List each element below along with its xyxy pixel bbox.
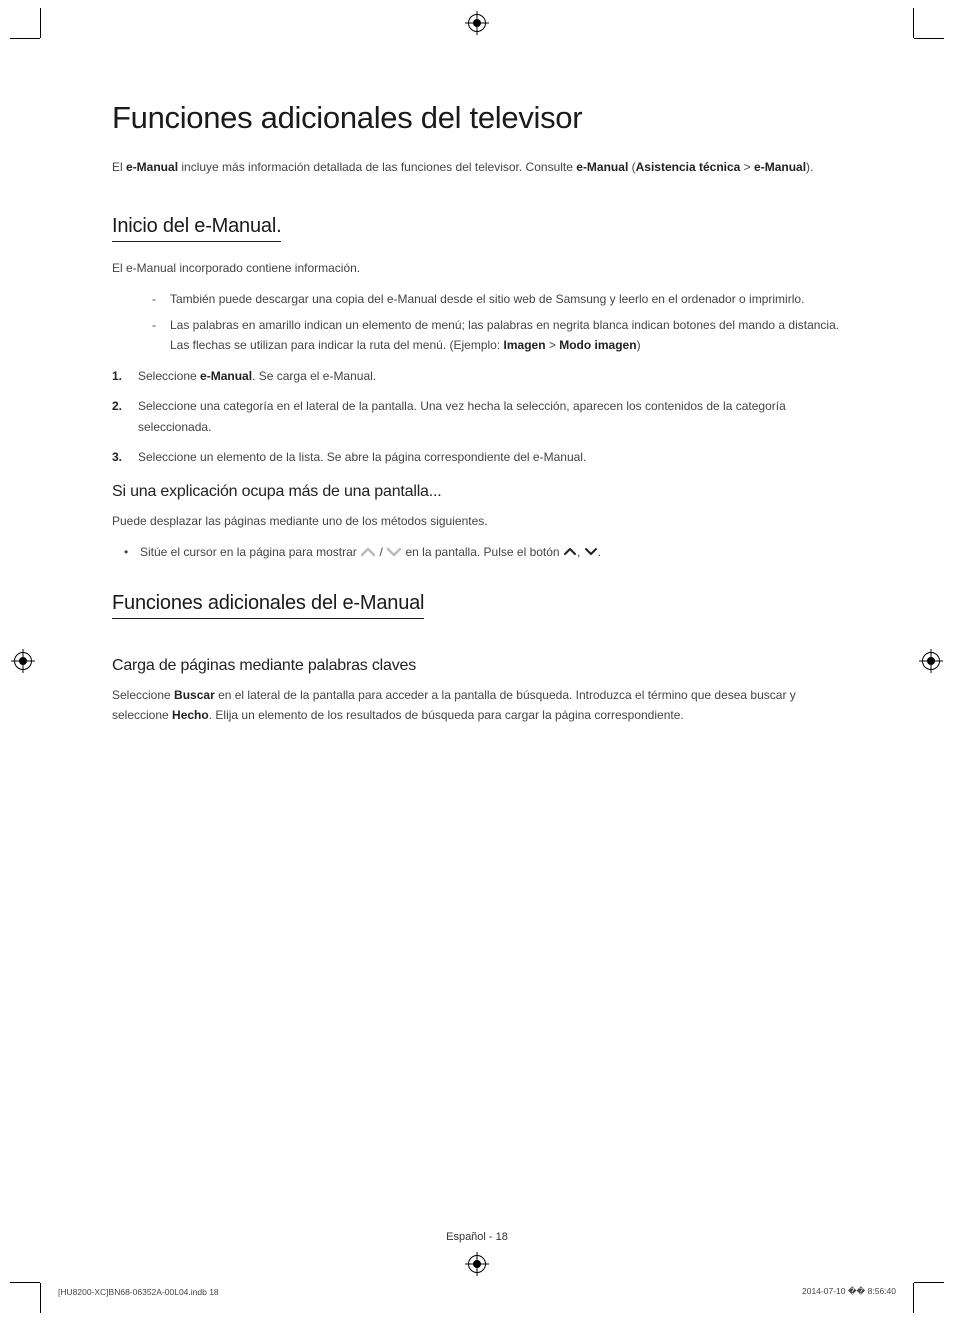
step-item: 2. Seleccione una categoría en el latera… <box>112 396 842 437</box>
page-title: Funciones adicionales del televisor <box>112 100 842 136</box>
note-item: Las palabras en amarillo indican un elem… <box>152 315 842 356</box>
footer-page-number: Español - 18 <box>0 1231 954 1243</box>
chevron-down-soft-icon <box>386 544 402 564</box>
step-item: 1. Seleccione e-Manual. Se carga el e-Ma… <box>112 366 842 386</box>
section-heading-inicio: Inicio del e-Manual. <box>112 215 281 242</box>
page-content: Funciones adicionales del televisor El e… <box>112 100 842 736</box>
registration-mark-top <box>468 14 486 32</box>
registration-mark-left <box>14 652 32 670</box>
steps-list: 1. Seleccione e-Manual. Se carga el e-Ma… <box>112 366 842 468</box>
intro-text: El e-Manual incluye más información deta… <box>112 158 842 177</box>
footer-timestamp: 2014-07-10 �� 8:56:40 <box>802 1286 896 1297</box>
step-item: 3. Seleccione un elemento de la lista. S… <box>112 447 842 467</box>
chevron-up-soft-icon <box>360 544 376 564</box>
keywords-paragraph: Seleccione Buscar en el lateral de la pa… <box>112 685 842 726</box>
registration-mark-bottom <box>468 1255 486 1273</box>
method-list: Sitúe el cursor en la página para mostra… <box>124 542 842 564</box>
section-lead: El e-Manual incorporado contiene informa… <box>112 258 842 278</box>
chevron-up-icon <box>563 543 577 563</box>
registration-mark-right <box>922 652 940 670</box>
subsection-heading-scroll: Si una explicación ocupa más de una pant… <box>112 483 842 501</box>
chevron-down-icon <box>584 543 598 563</box>
subsection-lead: Puede desplazar las páginas mediante uno… <box>112 511 842 531</box>
footer-file-info: [HU8200-XC]BN68-06352A-00L04.indb 18 <box>58 1287 219 1297</box>
method-item: Sitúe el cursor en la página para mostra… <box>124 542 842 564</box>
section-heading-funciones: Funciones adicionales del e-Manual <box>112 592 424 619</box>
note-item: También puede descargar una copia del e-… <box>152 289 842 309</box>
subsection-heading-keywords: Carga de páginas mediante palabras clave… <box>112 657 842 675</box>
notes-list: También puede descargar una copia del e-… <box>152 289 842 356</box>
